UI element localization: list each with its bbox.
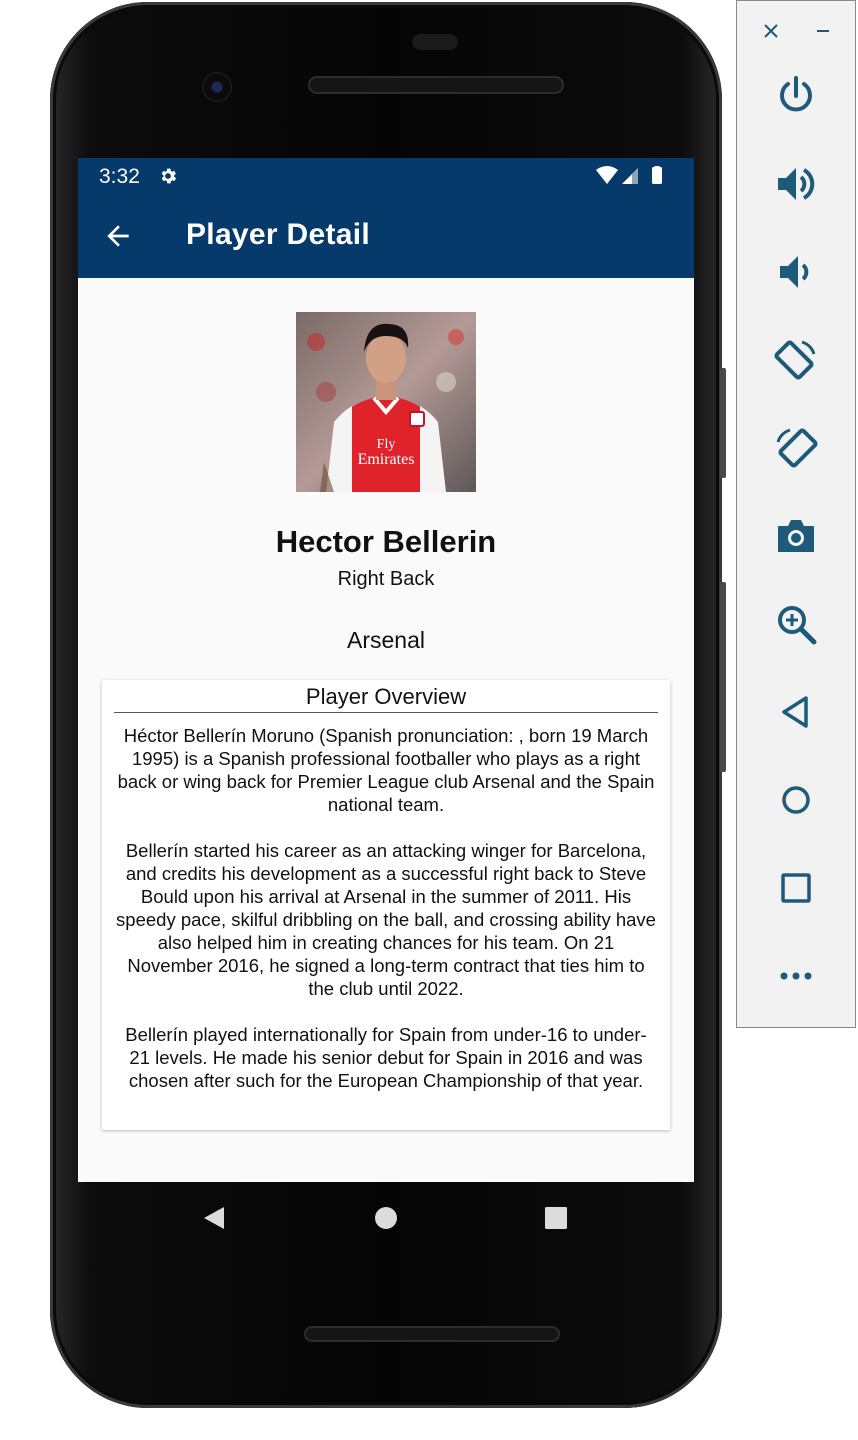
minimize-icon[interactable]	[815, 23, 831, 39]
camera-icon	[778, 520, 814, 552]
power-side-button[interactable]	[720, 368, 726, 478]
earpiece-slot	[412, 34, 458, 50]
overview-text: Héctor Bellerín Moruno (Spanish pronunci…	[116, 724, 656, 1115]
recents-square-icon[interactable]	[544, 1206, 568, 1230]
shirt-sponsor-line1: Fly	[377, 437, 396, 452]
power-button[interactable]	[763, 63, 829, 129]
page-title: Player Detail	[186, 218, 371, 251]
volume-down-icon	[780, 256, 809, 288]
status-time: 3:32	[99, 165, 140, 188]
volume-side-button[interactable]	[720, 582, 726, 772]
overview-paragraph: Bellerín started his career as an attack…	[116, 840, 656, 999]
player-photo: Fly Emirates	[296, 312, 476, 492]
volume-up-button[interactable]	[763, 151, 829, 217]
back-arrow-icon[interactable]	[102, 220, 134, 252]
overview-button[interactable]	[763, 855, 829, 921]
volume-down-button[interactable]	[763, 239, 829, 305]
app-bar: Player Detail	[78, 194, 694, 278]
back-triangle-icon[interactable]	[202, 1206, 226, 1230]
overview-title: Player Overview	[114, 684, 658, 713]
back-button[interactable]	[763, 679, 829, 745]
rotate-left-button[interactable]	[763, 327, 829, 393]
player-position: Right Back	[337, 568, 435, 590]
close-icon[interactable]	[763, 23, 779, 39]
emulator-toolbar-header	[737, 1, 855, 59]
rotate-right-button[interactable]	[763, 415, 829, 481]
power-icon	[780, 76, 812, 112]
status-bar: 3:32	[78, 158, 694, 194]
player-detail-content: Fly Emirates Hector Bellerin Right Back …	[78, 278, 694, 1182]
home-circle-icon[interactable]	[374, 1206, 398, 1230]
zoom-icon	[778, 606, 817, 645]
rotate-left-icon	[774, 340, 816, 380]
home-icon	[782, 786, 810, 814]
top-speaker	[308, 76, 564, 94]
front-camera	[202, 72, 232, 102]
rotate-right-icon	[776, 428, 818, 468]
battery-icon	[652, 167, 662, 184]
player-club: Arsenal	[347, 627, 425, 653]
device-screen: 3:32 Player Detail Fly Emirates Hector B…	[78, 158, 694, 1182]
screenshot-button[interactable]	[763, 503, 829, 569]
status-icons	[596, 166, 662, 184]
gear-icon	[161, 168, 177, 184]
more-icon	[780, 972, 812, 980]
home-button[interactable]	[763, 767, 829, 833]
emulator-toolbar	[736, 0, 856, 1028]
back-icon	[782, 696, 808, 728]
zoom-button[interactable]	[763, 591, 829, 657]
overview-paragraph: Héctor Bellerín Moruno (Spanish pronunci…	[117, 725, 655, 815]
wifi-icon	[596, 166, 618, 184]
more-button[interactable]	[763, 943, 829, 1009]
player-name: Hector Bellerin	[275, 524, 497, 559]
player-overview-card: Player Overview Héctor Bellerín Moruno (…	[102, 680, 670, 1130]
overview-paragraph: Bellerín played internationally for Spai…	[125, 1024, 647, 1091]
bottom-speaker	[304, 1326, 560, 1342]
overview-icon	[781, 873, 811, 903]
volume-up-icon	[778, 168, 815, 200]
shirt-sponsor-line2: Emirates	[358, 451, 415, 468]
system-nav-bar	[78, 1182, 694, 1254]
